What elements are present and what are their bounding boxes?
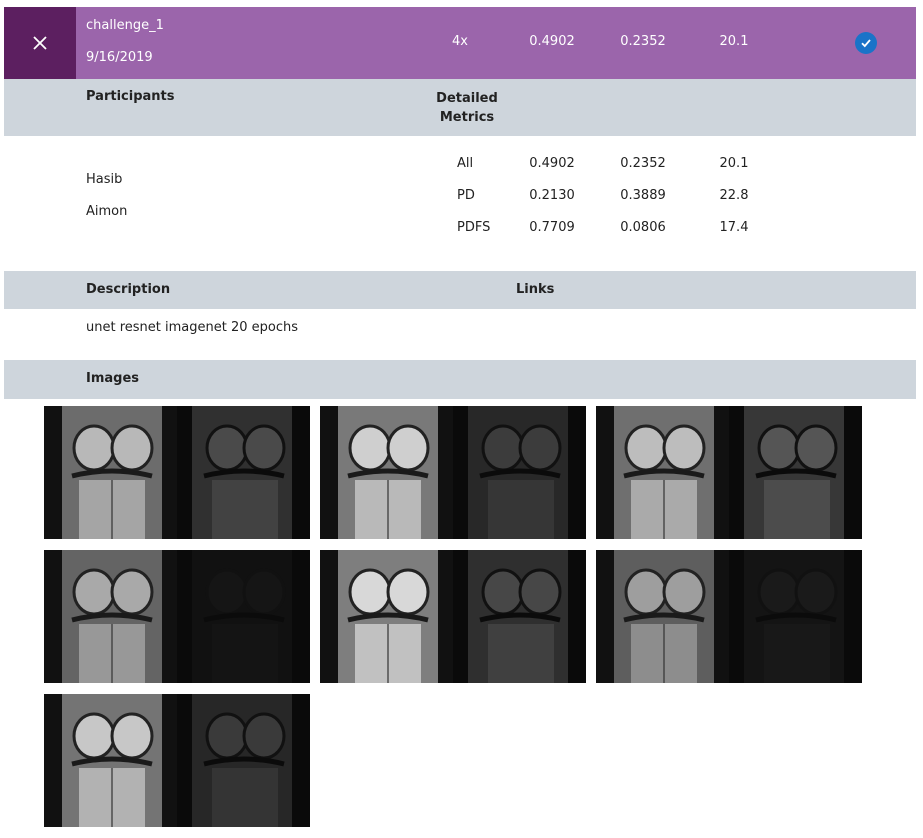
description-header-bar: Description Links [4,271,916,309]
participant-name: Aimon [86,204,128,219]
submission-header[interactable]: challenge_1 9/16/2019 4x 0.4902 0.2352 2… [4,7,916,79]
metric-cell: 0.2352 [620,156,666,171]
close-icon [33,36,47,50]
description-text: unet resnet imagenet 20 epochs [86,320,298,335]
metric-cell: 0.4902 [529,156,575,171]
result-image-thumbnail[interactable] [44,406,310,539]
submission-detail-card: challenge_1 9/16/2019 4x 0.4902 0.2352 2… [4,7,916,399]
selected-check-button[interactable] [855,32,877,54]
result-image-thumbnail[interactable] [44,550,310,683]
mri-scan-icon [320,550,586,683]
metric-cell: 20.1 [719,156,749,171]
detailed-metrics-title-line2: Metrics [439,110,495,125]
images-title: Images [86,371,140,386]
metric-cell: 0.7709 [529,220,575,235]
result-image-thumbnail[interactable] [596,550,862,683]
links-title: Links [516,282,555,297]
metric-label: PDFS [457,220,491,235]
result-image-thumbnail[interactable] [320,406,586,539]
mri-scan-icon [44,550,310,683]
metric-cell: 22.8 [719,188,749,203]
metric-cell: 0.0806 [620,220,666,235]
mri-scan-icon [320,406,586,539]
mri-scan-icon [596,550,862,683]
participant-name: Hasib [86,172,123,187]
description-title: Description [86,282,171,297]
description-section: unet resnet imagenet 20 epochs [4,309,916,360]
scale-value: 4x [452,34,468,49]
metric-label: All [457,156,474,171]
submission-name: challenge_1 [86,18,164,33]
participants-header-bar: Participants Detailed Metrics [4,79,916,136]
images-header-bar: Images [4,360,916,399]
metric-value-3: 20.1 [719,34,749,49]
result-image-thumbnail[interactable] [44,694,310,827]
metric-value-1: 0.4902 [529,34,575,49]
result-image-thumbnail[interactable] [596,406,862,539]
mri-scan-icon [596,406,862,539]
participants-title: Participants [86,89,175,104]
detailed-metrics-title-line1: Detailed [436,91,498,106]
mri-scan-icon [44,694,310,827]
detailed-metrics-title: Detailed Metrics [427,89,507,127]
metric-cell: 17.4 [719,220,749,235]
result-image-thumbnail[interactable] [320,550,586,683]
mri-scan-icon [44,406,310,539]
metric-cell: 0.2130 [529,188,575,203]
check-icon [861,39,871,48]
submission-date: 9/16/2019 [86,50,153,65]
metric-value-2: 0.2352 [620,34,666,49]
metric-label: PD [457,188,475,203]
participants-section: Hasib Aimon All 0.4902 0.2352 20.1 PD 0.… [4,136,916,271]
close-button[interactable] [4,7,76,79]
metric-cell: 0.3889 [620,188,666,203]
